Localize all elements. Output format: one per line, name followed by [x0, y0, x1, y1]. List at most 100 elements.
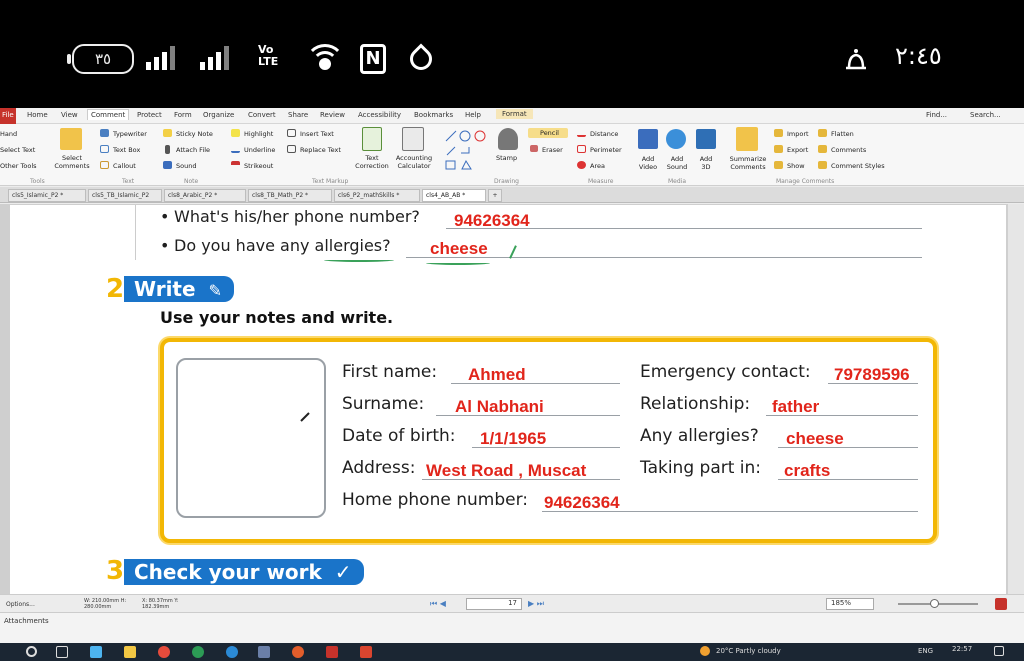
- perimeter-button[interactable]: Perimeter: [590, 146, 622, 154]
- pdf-app-icon: [995, 598, 1007, 610]
- doc-tab[interactable]: cls5_TB_Islamic_P2: [88, 189, 162, 202]
- menu-accessibility[interactable]: Accessibility: [358, 111, 401, 119]
- chrome-icon[interactable]: [158, 646, 170, 658]
- add-sound-button[interactable]: Add Sound: [666, 155, 688, 171]
- edit-pencil-icon[interactable]: [298, 410, 312, 424]
- textbox-icon: [100, 145, 109, 153]
- menu-help[interactable]: Help: [465, 111, 481, 119]
- shapes-icon[interactable]: [444, 127, 488, 171]
- phone-status-bar: ٣٥ Vo LTE N ٢:٤٥: [0, 0, 1024, 108]
- instruction-text: Use your notes and write.: [160, 308, 394, 327]
- callout-button[interactable]: Callout: [113, 162, 136, 170]
- pdf-editor-window: File Home View Comment Protect Form Orga…: [0, 108, 1024, 661]
- textbox-button[interactable]: Text Box: [113, 146, 140, 154]
- strikeout-button[interactable]: Strikeout: [244, 162, 273, 170]
- green-answer-mark: [426, 261, 490, 265]
- insert-text-button[interactable]: Insert Text: [300, 130, 334, 138]
- select-comments-icon: [60, 128, 82, 150]
- section-3-title: Check your work: [134, 560, 322, 584]
- add-video-button[interactable]: Add Video: [638, 155, 658, 171]
- zoom-slider-thumb[interactable]: [930, 599, 939, 608]
- distance-icon: [577, 129, 586, 137]
- search-box[interactable]: Search...: [970, 111, 1001, 119]
- next-page-nav[interactable]: ▶ ⏭: [528, 599, 544, 609]
- browser-icon[interactable]: [192, 646, 204, 658]
- eraser-button[interactable]: Eraser: [542, 146, 563, 154]
- select-comments-button[interactable]: Select Comments: [52, 154, 92, 170]
- doc-tab[interactable]: cls8_Arabic_P2 *: [164, 189, 246, 202]
- distance-button[interactable]: Distance: [590, 130, 618, 138]
- hand-tool[interactable]: Hand: [0, 130, 17, 138]
- app-icon-2[interactable]: [292, 646, 304, 658]
- flatten-button[interactable]: Flatten: [831, 130, 854, 138]
- menu-form[interactable]: Form: [174, 111, 192, 119]
- replace-text-button[interactable]: Replace Text: [300, 146, 341, 154]
- menu-comment[interactable]: Comment: [87, 109, 130, 120]
- attachments-label[interactable]: Attachments: [4, 617, 49, 625]
- signal-icon-2: [200, 46, 229, 70]
- zoom-select[interactable]: 185%: [826, 598, 874, 610]
- import-button[interactable]: Import: [787, 130, 809, 138]
- comment-styles-button[interactable]: Comment Styles: [831, 162, 885, 170]
- menu-convert[interactable]: Convert: [248, 111, 276, 119]
- taskbar-clock[interactable]: 22:57: [952, 645, 972, 653]
- language-indicator[interactable]: ENG: [918, 647, 933, 655]
- pencil-button[interactable]: Pencil: [540, 129, 559, 137]
- menu-view[interactable]: View: [61, 111, 78, 119]
- cursor-coords-readout: X: 80.37mm Y: 182.39mm: [142, 598, 179, 610]
- first-page-nav[interactable]: ⏮ ◀: [430, 599, 446, 609]
- menu-protect[interactable]: Protect: [137, 111, 162, 119]
- underline-button[interactable]: Underline: [244, 146, 275, 154]
- search-icon[interactable]: [26, 646, 37, 657]
- add-3d-button[interactable]: Add 3D: [696, 155, 716, 171]
- options-button[interactable]: Options...: [6, 601, 35, 608]
- edge-icon[interactable]: [226, 646, 238, 658]
- sound-button[interactable]: Sound: [176, 162, 196, 170]
- new-tab-button[interactable]: +: [488, 189, 502, 202]
- insert-text-icon: [287, 129, 296, 137]
- app-icon-3[interactable]: [360, 646, 372, 658]
- highlight-button[interactable]: Highlight: [244, 130, 273, 138]
- other-tools-button[interactable]: Other Tools: [0, 162, 37, 170]
- vertical-scrollbar[interactable]: [1008, 204, 1024, 594]
- menu-review[interactable]: Review: [320, 111, 345, 119]
- highlight-icon: [231, 129, 240, 137]
- accounting-calculator-button[interactable]: Accounting Calculator: [392, 154, 436, 170]
- area-button[interactable]: Area: [590, 162, 605, 170]
- doc-tab-active[interactable]: cls4_AB_AB *: [422, 189, 486, 202]
- doc-tab[interactable]: cls8_TB_Math_P2 *: [248, 189, 332, 202]
- menu-file[interactable]: File: [2, 111, 14, 119]
- menu-bookmarks[interactable]: Bookmarks: [414, 111, 453, 119]
- attach-file-button[interactable]: Attach File: [176, 146, 210, 154]
- doc-tab[interactable]: cls6_P2_mathSkills *: [334, 189, 420, 202]
- bullet-phone: •: [160, 207, 170, 226]
- select-text-tool[interactable]: Select Text: [0, 146, 35, 154]
- notification-icon[interactable]: [994, 646, 1004, 656]
- weather-text[interactable]: 20°C Partly cloudy: [716, 647, 781, 655]
- menu-organize[interactable]: Organize: [203, 111, 234, 119]
- menu-format[interactable]: Format: [496, 109, 533, 119]
- summarize-comments-button[interactable]: Summarize Comments: [724, 155, 772, 171]
- page-number-input[interactable]: 17: [466, 598, 522, 610]
- menu-share[interactable]: Share: [288, 111, 308, 119]
- comments-button[interactable]: Comments: [831, 146, 866, 154]
- app-icon[interactable]: [258, 646, 270, 658]
- typewriter-button[interactable]: Typewriter: [113, 130, 147, 138]
- export-button[interactable]: Export: [787, 146, 808, 154]
- task-view-icon[interactable]: [56, 646, 68, 658]
- show-button[interactable]: Show: [787, 162, 805, 170]
- doc-tab[interactable]: cls5_Islamic_P2 *: [8, 189, 86, 202]
- checkmark-icon: ✓: [334, 560, 352, 584]
- file-explorer-icon[interactable]: [124, 646, 136, 658]
- eraser-icon: [530, 145, 538, 152]
- menu-home[interactable]: Home: [27, 111, 48, 119]
- sticky-note-button[interactable]: Sticky Note: [176, 130, 213, 138]
- weather-icon: [700, 646, 710, 656]
- address-label: Address:: [342, 458, 416, 478]
- widgets-icon[interactable]: [90, 646, 102, 658]
- text-correction-button[interactable]: Text Correction: [352, 154, 392, 170]
- find-box[interactable]: Find...: [926, 111, 947, 119]
- stamp-button[interactable]: Stamp: [496, 154, 517, 162]
- pdf-editor-taskbar-icon[interactable]: [326, 646, 338, 658]
- stamp-icon: [498, 128, 518, 150]
